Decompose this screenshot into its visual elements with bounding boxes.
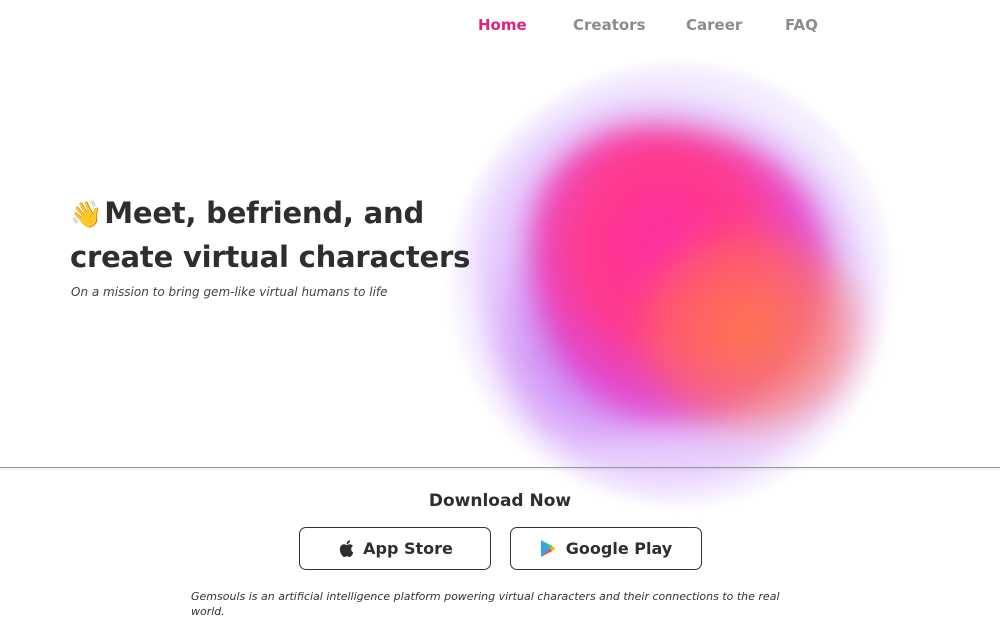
- hero-title-text: Meet, befriend, and create virtual chara…: [70, 196, 471, 274]
- waving-hand-icon: 👋: [70, 200, 103, 230]
- hero-title: 👋Meet, befriend, and create virtual char…: [70, 192, 490, 278]
- top-nav: Home Creators Career FAQ: [0, 16, 1000, 36]
- apple-icon: [337, 539, 355, 559]
- nav-home-link[interactable]: Home: [478, 16, 527, 34]
- google-play-label: Google Play: [565, 539, 673, 558]
- blob-orange-layer: [640, 230, 860, 430]
- gradient-blob-graphic: [440, 55, 900, 525]
- nav-faq-link[interactable]: FAQ: [785, 16, 818, 34]
- app-store-button[interactable]: App Store: [299, 527, 491, 570]
- nav-creators-link[interactable]: Creators: [573, 16, 646, 34]
- platform-description: Gemsouls is an artificial intelligence p…: [191, 590, 780, 618]
- hero-subtitle: On a mission to bring gem-like virtual h…: [71, 285, 388, 299]
- app-store-label: App Store: [363, 539, 453, 558]
- landing-page: Home Creators Career FAQ 👋Meet, befriend…: [0, 0, 1000, 625]
- google-play-button[interactable]: Google Play: [510, 527, 702, 570]
- google-play-icon: [540, 539, 558, 559]
- nav-career-link[interactable]: Career: [686, 16, 742, 34]
- download-heading: Download Now: [428, 491, 572, 511]
- section-divider: [0, 467, 1000, 468]
